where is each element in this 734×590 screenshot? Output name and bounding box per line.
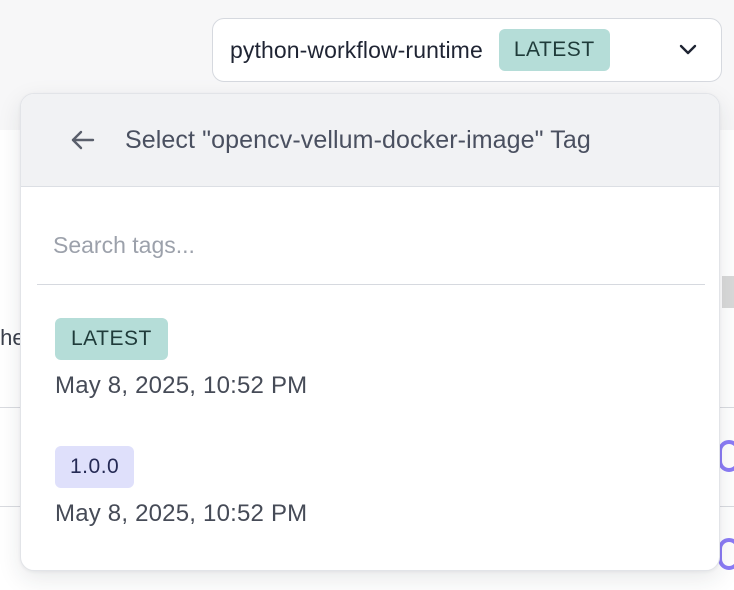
selected-tag-badge: LATEST <box>498 29 610 71</box>
tag-date: May 8, 2025, 10:52 PM <box>55 372 308 399</box>
dropdown-header: Select "opencv-vellum-docker-image" Tag <box>21 94 719 187</box>
search-tags-input[interactable] <box>37 206 705 284</box>
tag-select-dropdown: Select "opencv-vellum-docker-image" Tag … <box>20 93 720 571</box>
background-toggle-icon[interactable] <box>718 538 734 570</box>
background-toggle-icon[interactable] <box>718 440 734 472</box>
tag-option-1-0-0[interactable]: 1.0.0 May 8, 2025, 10:52 PM <box>55 446 695 546</box>
tag-badge: LATEST <box>55 318 168 360</box>
search-field <box>37 206 705 285</box>
tag-badge: 1.0.0 <box>55 446 135 488</box>
runtime-image-selector[interactable]: python-workflow-runtime LATEST <box>212 18 722 82</box>
background-scrollbar-thumb[interactable] <box>722 276 734 308</box>
arrow-left-icon <box>71 130 95 150</box>
tag-option-latest[interactable]: LATEST May 8, 2025, 10:52 PM <box>55 318 695 418</box>
chevron-down-icon[interactable] <box>677 39 699 61</box>
back-button[interactable] <box>67 124 99 156</box>
runtime-image-name: python-workflow-runtime <box>230 36 483 63</box>
tag-date: May 8, 2025, 10:52 PM <box>55 500 308 527</box>
dropdown-title: Select "opencv-vellum-docker-image" Tag <box>125 125 591 154</box>
